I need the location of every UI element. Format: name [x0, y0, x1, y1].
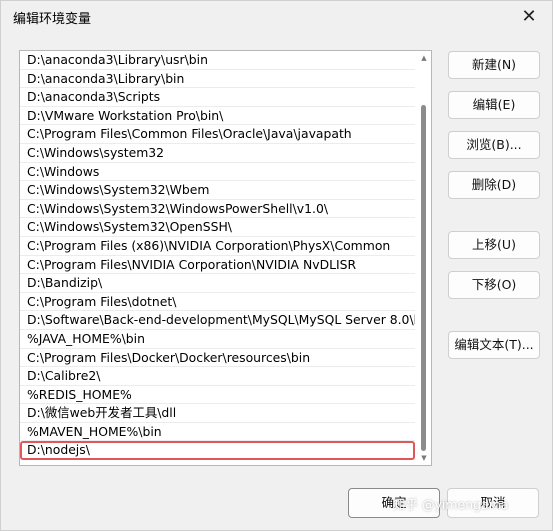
edit-button[interactable]: 编辑(E)	[448, 91, 540, 119]
cancel-button[interactable]: 取消	[447, 488, 539, 518]
list-item[interactable]: %JAVA_HOME%\bin	[20, 330, 415, 349]
edit-text-button[interactable]: 编辑文本(T)...	[448, 331, 540, 359]
list-item[interactable]: C:\Windows\System32\Wbem	[20, 181, 415, 200]
dialog-title: 编辑环境变量	[13, 12, 92, 27]
delete-button[interactable]: 删除(D)	[448, 171, 540, 199]
list-item[interactable]: D:\Bandizip\	[20, 274, 415, 293]
list-item[interactable]: D:\微信web开发者工具\dll	[20, 404, 415, 423]
scrollbar-thumb[interactable]	[421, 105, 426, 451]
new-button[interactable]: 新建(N)	[448, 51, 540, 79]
edit-env-variable-dialog: 编辑环境变量 ✕ D:\anaconda3\Library\usr\bin D:\…	[0, 0, 553, 531]
list-item[interactable]: D:\anaconda3\Library\usr\bin	[20, 51, 415, 70]
browse-button[interactable]: 浏览(B)...	[448, 131, 540, 159]
list-item-selected[interactable]: D:\nodejs\	[20, 441, 415, 461]
list-item[interactable]: D:\Software\Back-end-development\MySQL\M…	[20, 311, 415, 330]
move-down-button[interactable]: 下移(O)	[448, 271, 540, 299]
scroll-up-arrow-icon[interactable]: ▲	[420, 53, 428, 63]
list-item[interactable]: D:\Calibre2\	[20, 367, 415, 386]
path-list: D:\anaconda3\Library\usr\bin D:\anaconda3…	[20, 51, 415, 465]
list-item[interactable]: C:\Program Files\NVIDIA Corporation\NVID…	[20, 256, 415, 275]
list-item[interactable]: C:\Windows\system32	[20, 144, 415, 163]
list-item[interactable]: %REDIS_HOME%	[20, 386, 415, 405]
list-item[interactable]: C:\Windows	[20, 163, 415, 182]
list-item[interactable]: C:\Windows\System32\WindowsPowerShell\v1…	[20, 200, 415, 219]
list-item[interactable]: C:\Program Files\Common Files\Oracle\Jav…	[20, 125, 415, 144]
close-button[interactable]: ✕	[506, 1, 552, 31]
close-icon: ✕	[521, 5, 537, 27]
list-item[interactable]: %MAVEN_HOME%\bin	[20, 423, 415, 442]
title-bar: 编辑环境变量 ✕	[1, 1, 552, 31]
list-item[interactable]: D:\anaconda3\Library\bin	[20, 70, 415, 89]
move-up-button[interactable]: 上移(U)	[448, 231, 540, 259]
ok-button[interactable]: 确定	[348, 488, 440, 518]
list-item[interactable]: D:\VMware Workstation Pro\bin\	[20, 107, 415, 126]
scroll-down-arrow-icon[interactable]: ▼	[420, 453, 428, 463]
vertical-scrollbar[interactable]: ▲ ▼	[419, 53, 429, 463]
list-item[interactable]: C:\Program Files (x86)\NVIDIA Corporatio…	[20, 237, 415, 256]
list-item[interactable]: C:\Program Files\Docker\Docker\resources…	[20, 349, 415, 368]
path-list-box[interactable]: D:\anaconda3\Library\usr\bin D:\anaconda3…	[19, 50, 432, 466]
list-item[interactable]: C:\Windows\System32\OpenSSH\	[20, 218, 415, 237]
list-item[interactable]: D:\anaconda3\Scripts	[20, 88, 415, 107]
list-item[interactable]: C:\Program Files\dotnet\	[20, 293, 415, 312]
